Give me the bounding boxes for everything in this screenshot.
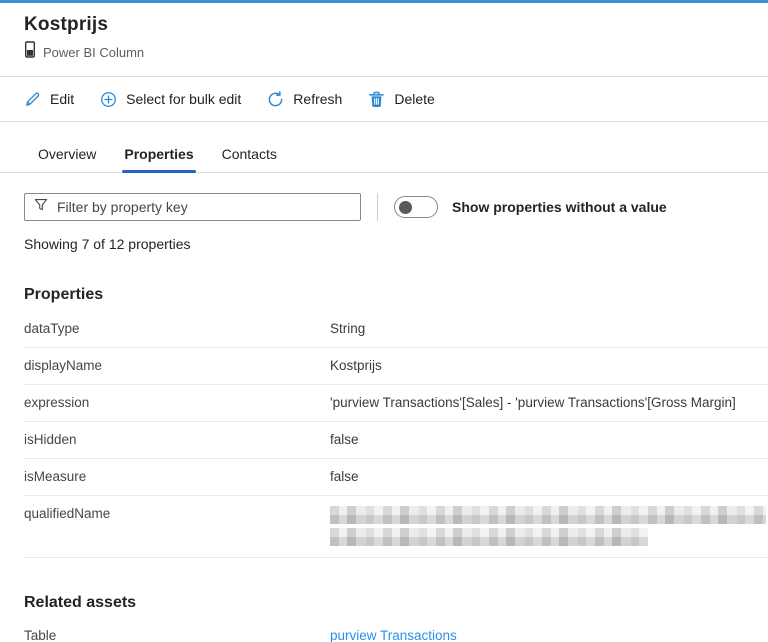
filter-row: Show properties without a value <box>0 193 768 221</box>
edit-button-label: Edit <box>50 91 75 107</box>
property-filter-input[interactable] <box>57 199 351 215</box>
properties-section-heading: Properties <box>24 286 104 303</box>
tab-properties[interactable]: Properties <box>110 138 207 173</box>
table-row: displayName Kostprijs <box>24 348 768 385</box>
table-row: isMeasure false <box>24 459 768 496</box>
table-row: isHidden false <box>24 422 768 459</box>
toggle-knob <box>399 201 412 214</box>
trash-icon <box>368 91 385 108</box>
refresh-button[interactable]: Refresh <box>267 90 343 108</box>
delete-button-label: Delete <box>394 91 435 107</box>
property-key: expression <box>24 395 90 410</box>
asset-header: Kostprijs Power BI Column <box>0 3 768 63</box>
delete-button[interactable]: Delete <box>368 91 435 108</box>
page-title: Kostprijs <box>24 14 109 35</box>
divider <box>0 121 768 122</box>
property-value: false <box>330 432 359 447</box>
edit-button[interactable]: Edit <box>24 91 74 108</box>
asset-type-label: Power BI Column <box>43 44 145 60</box>
property-value: 'purview Transactions'[Sales] - 'purview… <box>330 395 736 410</box>
tab-contacts[interactable]: Contacts <box>208 138 291 172</box>
redacted-value-line <box>330 506 766 524</box>
tab-overview[interactable]: Overview <box>24 138 110 172</box>
table-row: Table purview Transactions <box>24 619 768 642</box>
refresh-icon <box>267 90 284 108</box>
related-assets-heading: Related assets <box>24 594 137 611</box>
property-key: qualifiedName <box>24 506 111 521</box>
related-asset-key: Table <box>24 628 57 642</box>
property-value-redacted <box>330 506 768 546</box>
properties-count-text: Showing 7 of 12 properties <box>24 236 191 252</box>
refresh-button-label: Refresh <box>293 91 343 107</box>
table-row: expression 'purview Transactions'[Sales]… <box>24 385 768 422</box>
property-key: isMeasure <box>24 469 87 484</box>
tab-bar: Overview Properties Contacts <box>0 138 768 173</box>
funnel-icon <box>34 198 48 217</box>
table-row: qualifiedName <box>24 496 768 558</box>
powerbi-column-icon <box>24 41 36 63</box>
toggle-label: Show properties without a value <box>452 199 667 215</box>
property-key: dataType <box>24 321 80 336</box>
property-value: false <box>330 469 359 484</box>
related-asset-link[interactable]: purview Transactions <box>330 628 457 642</box>
property-value: String <box>330 321 366 336</box>
vertical-divider <box>377 193 378 221</box>
show-properties-toggle[interactable] <box>394 196 438 218</box>
property-filter-box[interactable] <box>24 193 361 221</box>
property-key: isHidden <box>24 432 77 447</box>
table-row: dataType String <box>24 311 768 348</box>
bulk-edit-button-label: Select for bulk edit <box>126 91 242 107</box>
redacted-value-line <box>330 528 648 546</box>
command-bar: Edit Select for bulk edit Refresh Delete <box>0 77 768 121</box>
pencil-icon <box>24 91 41 108</box>
select-for-bulk-edit-button[interactable]: Select for bulk edit <box>100 91 241 108</box>
property-key: displayName <box>24 358 103 373</box>
property-value: Kostprijs <box>330 358 382 373</box>
circle-plus-icon <box>100 91 117 108</box>
properties-table: dataType String displayName Kostprijs ex… <box>0 311 768 558</box>
